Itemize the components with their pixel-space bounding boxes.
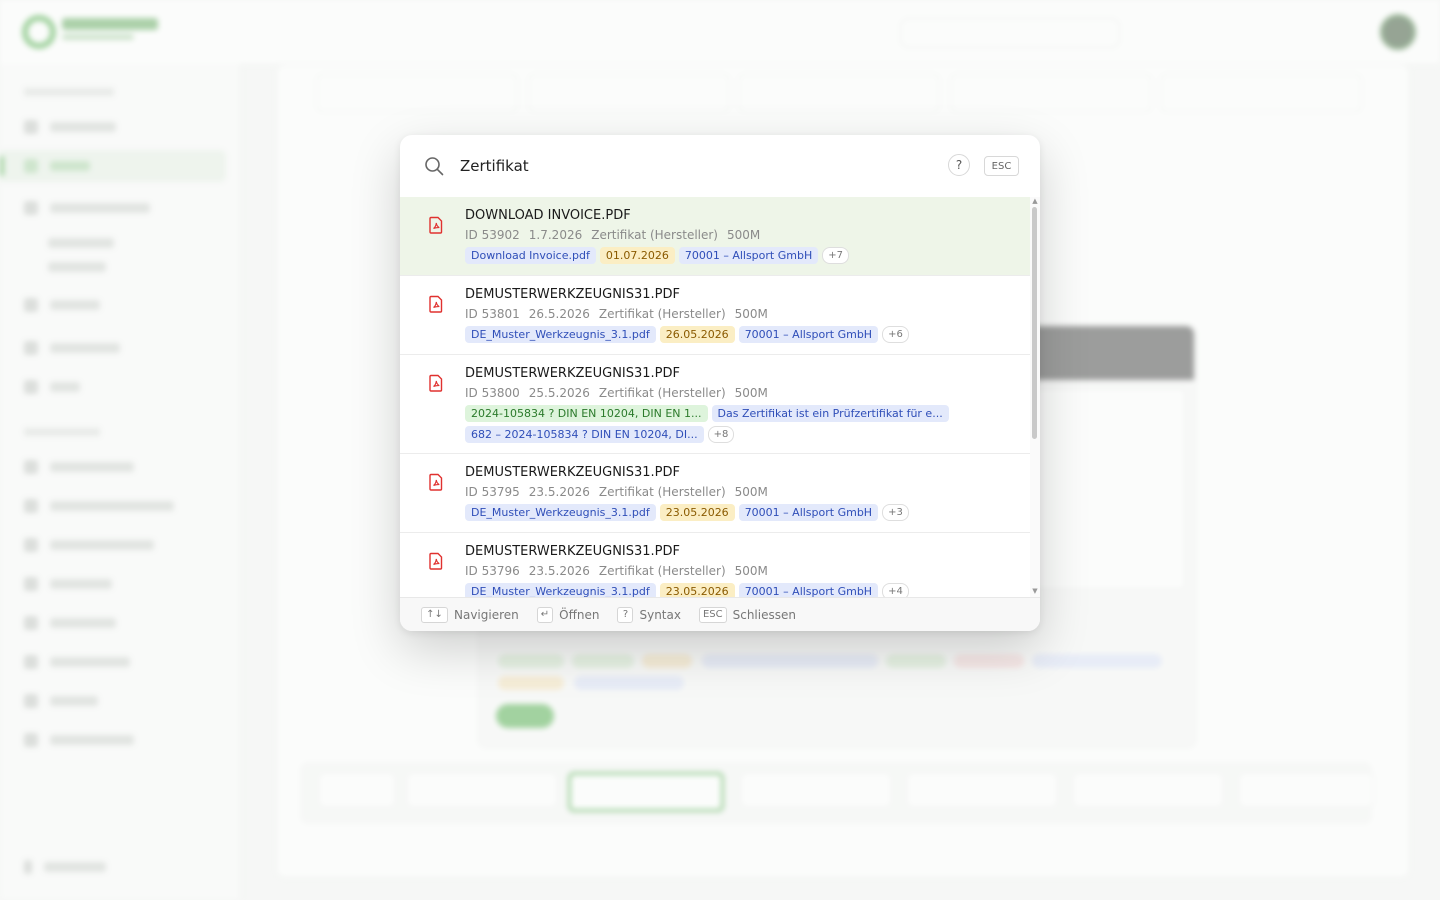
footer-close-label: Schliessen — [732, 607, 796, 622]
tag: 682 – 2024-105834 ? DIN EN 10204, DI... — [465, 426, 704, 443]
tag: 70001 – Allsport GmbH — [678, 247, 819, 264]
result-title: DOWNLOAD INVOICE.PDF — [465, 208, 631, 223]
pdf-file-icon — [429, 473, 443, 491]
result-size: 500M — [734, 307, 768, 321]
result-tags: 2024-105834 ? DIN EN 10204, DIN EN 1... … — [465, 405, 985, 443]
result-id: ID 53795 — [465, 485, 520, 499]
result-tags: Download Invoice.pdf 01.07.2026 70001 – … — [465, 247, 985, 264]
result-tags: DE_Muster_Werkzeugnis_3.1.pdf 23.05.2026… — [465, 583, 985, 597]
results-list: DOWNLOAD INVOICE.PDF ID 53902 1.7.2026 Z… — [400, 197, 1030, 597]
result-date: 26.5.2026 — [528, 307, 590, 321]
result-type: Zertifikat (Hersteller) — [591, 228, 718, 242]
result-date: 23.5.2026 — [528, 564, 590, 578]
result-size: 500M — [727, 228, 761, 242]
result-type: Zertifikat (Hersteller) — [598, 307, 726, 321]
tag: DE_Muster_Werkzeugnis_3.1.pdf — [465, 326, 656, 343]
result-tags: DE_Muster_Werkzeugnis_3.1.pdf 23.05.2026… — [465, 504, 985, 521]
result-meta: ID 53796 23.5.2026 Zertifikat (Herstelle… — [465, 564, 768, 578]
result-meta: ID 53902 1.7.2026 Zertifikat (Hersteller… — [465, 228, 760, 242]
tag: 26.05.2026 — [659, 326, 735, 343]
result-size: 500M — [734, 386, 768, 400]
result-item[interactable]: DEMUSTERWERKZEUGNIS31.PDF ID 53801 26.5.… — [400, 276, 1030, 355]
result-type: Zertifikat (Hersteller) — [598, 386, 726, 400]
result-date: 23.5.2026 — [528, 485, 590, 499]
more-tags-badge: +7 — [822, 247, 849, 264]
tag: DE_Muster_Werkzeugnis_3.1.pdf — [465, 504, 656, 521]
tag: Download Invoice.pdf — [465, 247, 596, 264]
result-item[interactable]: DEMUSTERWERKZEUGNIS31.PDF ID 53795 23.5.… — [400, 454, 1030, 533]
result-date: 25.5.2026 — [528, 386, 590, 400]
more-tags-badge: +3 — [882, 504, 909, 521]
palette-search-row: ? ESC — [400, 135, 1040, 198]
esc-key-icon: ESC — [698, 606, 727, 623]
tag: 2024-105834 ? DIN EN 10204, DIN EN 1... — [465, 405, 708, 422]
tag: 70001 – Allsport GmbH — [738, 583, 879, 597]
scrollbar-thumb[interactable] — [1032, 207, 1037, 439]
result-meta: ID 53801 26.5.2026 Zertifikat (Herstelle… — [465, 307, 768, 321]
scroll-up-icon[interactable]: ▲ — [1030, 197, 1040, 205]
tag: DE_Muster_Werkzeugnis_3.1.pdf — [465, 583, 656, 597]
result-title: DEMUSTERWERKZEUGNIS31.PDF — [465, 287, 681, 302]
arrow-keys-icon: ↑↓ — [421, 606, 448, 623]
question-key-icon: ? — [617, 606, 634, 623]
result-meta: ID 53795 23.5.2026 Zertifikat (Herstelle… — [465, 485, 768, 499]
scroll-down-icon[interactable]: ▼ — [1030, 587, 1040, 595]
pdf-file-icon — [429, 216, 443, 234]
result-item[interactable]: DEMUSTERWERKZEUGNIS31.PDF ID 53800 25.5.… — [400, 355, 1030, 454]
result-meta: ID 53800 25.5.2026 Zertifikat (Herstelle… — [465, 386, 768, 400]
palette-footer: ↑↓ Navigieren ↵ Öffnen ? Syntax ESC Schl… — [400, 597, 1040, 631]
pdf-file-icon — [429, 295, 443, 313]
tag: 70001 – Allsport GmbH — [738, 504, 879, 521]
result-item[interactable]: DEMUSTERWERKZEUGNIS31.PDF ID 53796 23.5.… — [400, 533, 1030, 597]
footer-syntax-label: Syntax — [639, 607, 681, 622]
tag: 70001 – Allsport GmbH — [738, 326, 879, 343]
result-size: 500M — [734, 485, 768, 499]
tag: 23.05.2026 — [659, 583, 735, 597]
tag: Das Zertifikat ist ein Prüfzertifikat fü… — [711, 405, 949, 422]
esc-close-button[interactable]: ESC — [984, 156, 1019, 176]
command-palette: ? ESC DOWNLOAD INVOICE.PDF ID 53902 1.7.… — [400, 135, 1040, 631]
result-id: ID 53801 — [465, 307, 520, 321]
result-size: 500M — [734, 564, 768, 578]
result-type: Zertifikat (Hersteller) — [598, 564, 726, 578]
result-title: DEMUSTERWERKZEUGNIS31.PDF — [465, 465, 681, 480]
enter-key-icon: ↵ — [536, 606, 554, 623]
footer-open-label: Öffnen — [559, 607, 600, 622]
search-icon — [425, 157, 444, 176]
palette-search-input[interactable] — [460, 151, 920, 181]
help-button[interactable]: ? — [948, 154, 970, 176]
result-tags: DE_Muster_Werkzeugnis_3.1.pdf 26.05.2026… — [465, 326, 985, 343]
result-title: DEMUSTERWERKZEUGNIS31.PDF — [465, 544, 681, 559]
result-type: Zertifikat (Hersteller) — [598, 485, 726, 499]
more-tags-badge: +6 — [882, 326, 909, 343]
result-date: 1.7.2026 — [528, 228, 583, 242]
more-tags-badge: +4 — [882, 583, 909, 597]
pdf-file-icon — [429, 552, 443, 570]
more-tags-badge: +8 — [707, 426, 735, 443]
result-id: ID 53902 — [465, 228, 520, 242]
result-id: ID 53800 — [465, 386, 520, 400]
tag: 01.07.2026 — [599, 247, 675, 264]
result-item[interactable]: DOWNLOAD INVOICE.PDF ID 53902 1.7.2026 Z… — [400, 197, 1030, 276]
tag: 23.05.2026 — [659, 504, 735, 521]
pdf-file-icon — [429, 374, 443, 392]
result-id: ID 53796 — [465, 564, 520, 578]
footer-navigate-label: Navigieren — [454, 607, 519, 622]
result-title: DEMUSTERWERKZEUGNIS31.PDF — [465, 366, 681, 381]
